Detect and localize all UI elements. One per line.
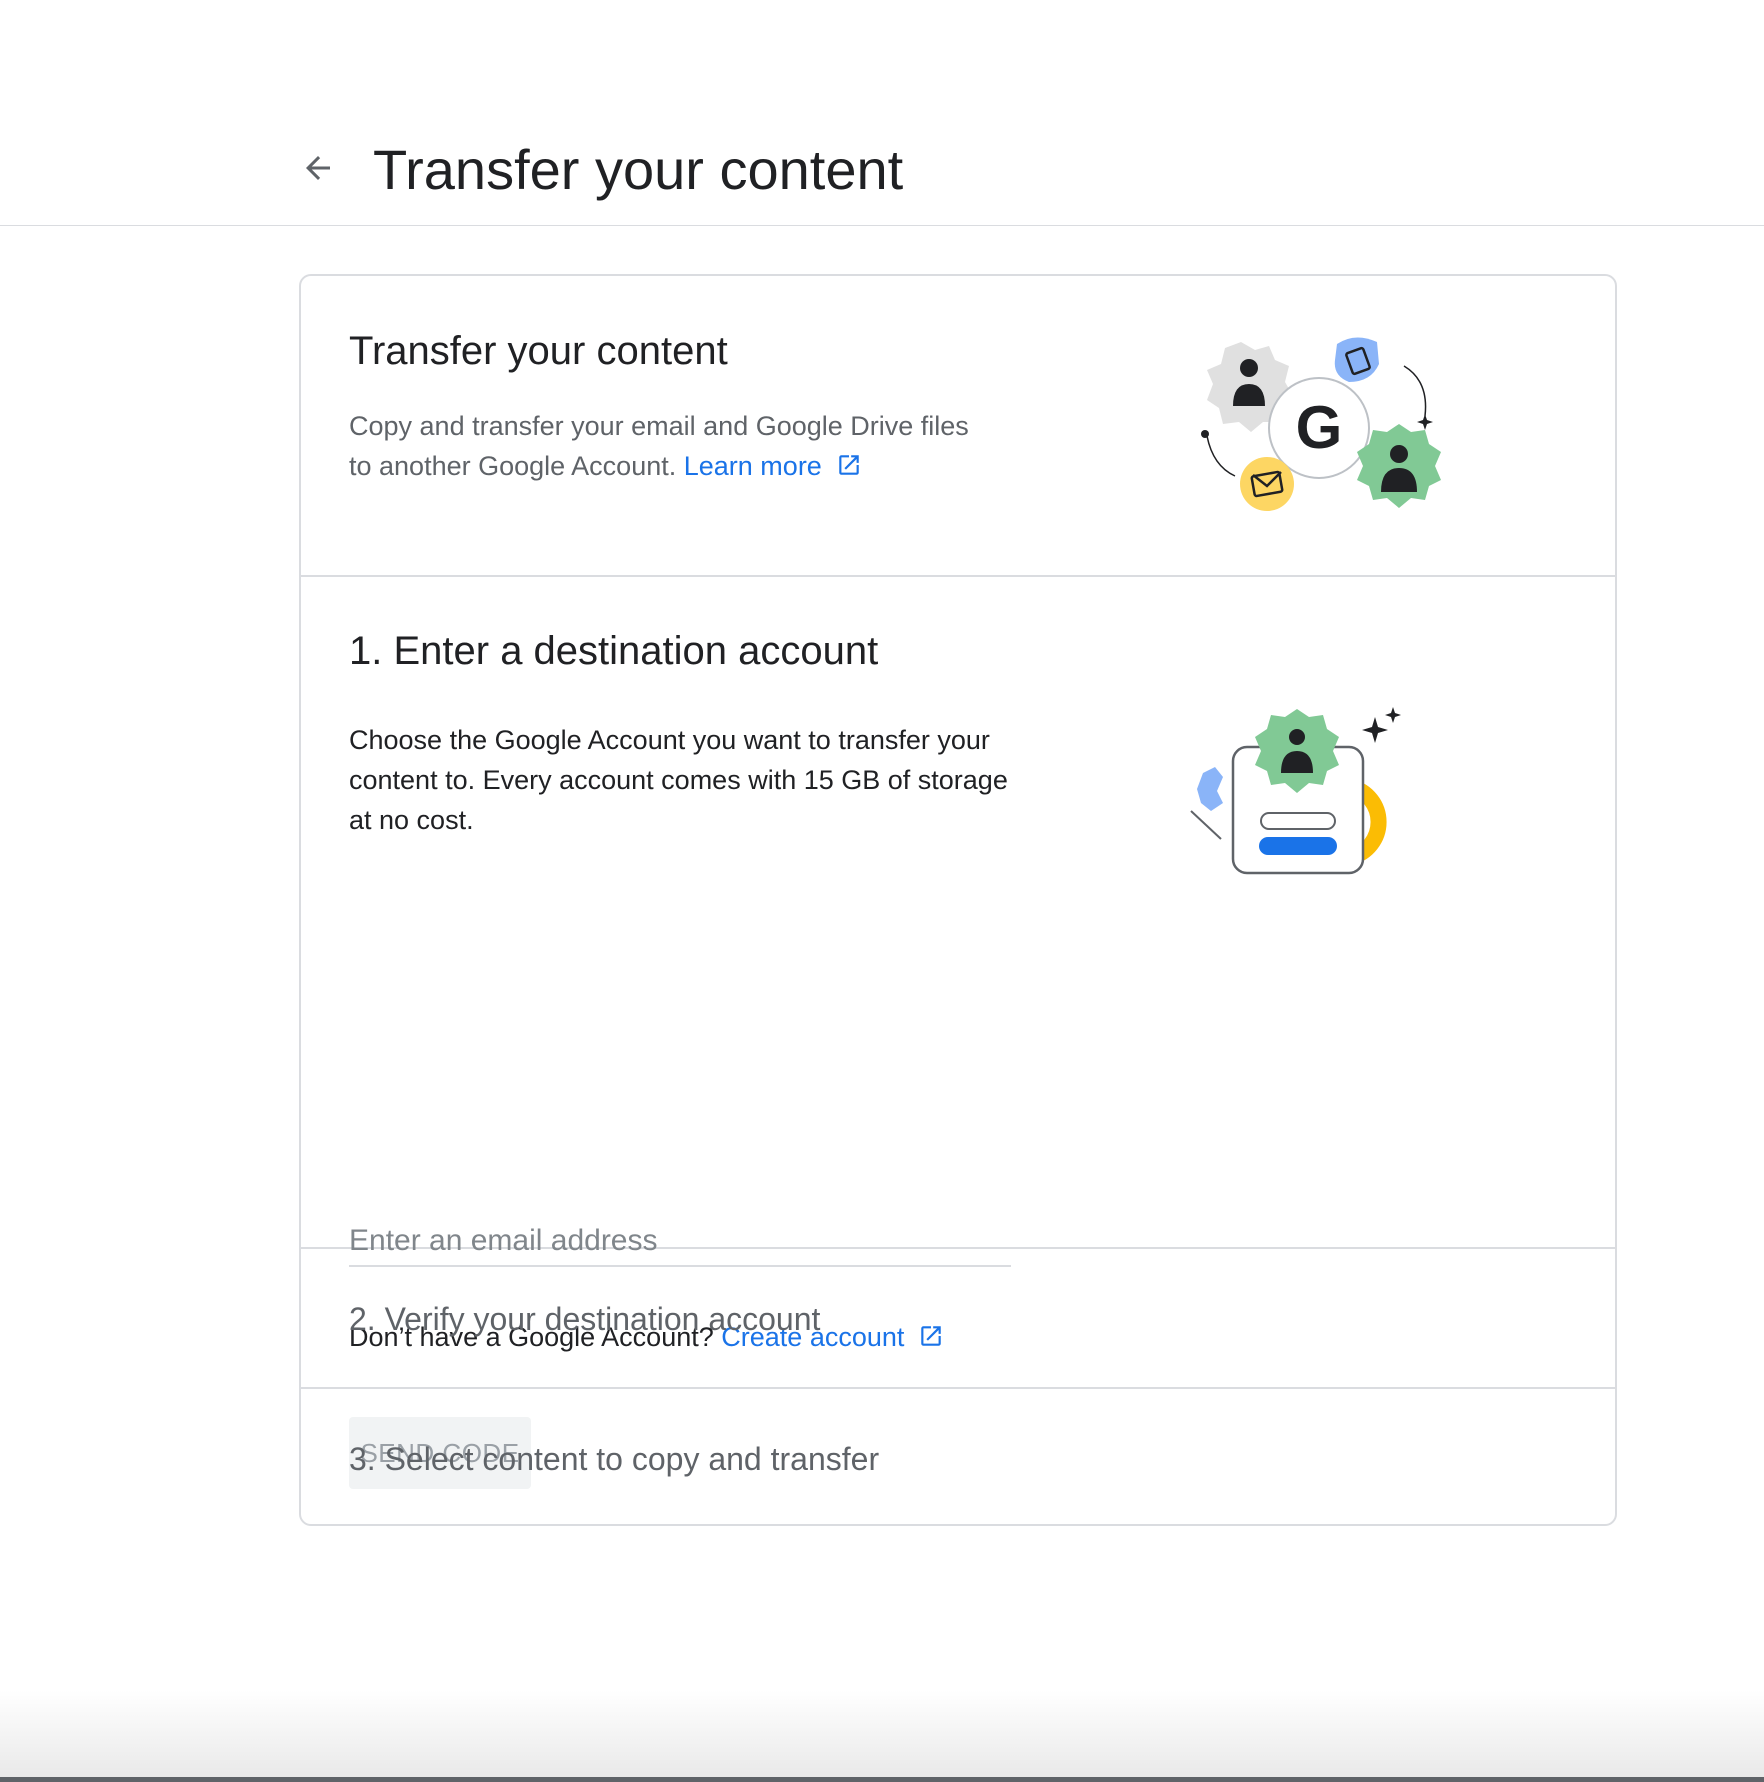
learn-more-label: Learn more	[683, 451, 822, 481]
transfer-card: Transfer your content Copy and transfer …	[299, 274, 1617, 1526]
step1-description: Choose the Google Account you want to tr…	[349, 725, 1008, 835]
step3-title: 3. Select content to copy and transfer	[349, 1441, 880, 1477]
step3-section[interactable]: 3. Select content to copy and transfer	[301, 1389, 1615, 1524]
step2-section[interactable]: 2. Verify your destination account	[301, 1249, 1615, 1389]
intro-description: Copy and transfer your email and Google …	[349, 406, 989, 486]
intro-description-text: Copy and transfer your email and Google …	[349, 411, 969, 481]
bottom-fade	[0, 1690, 1764, 1782]
step2-title: 2. Verify your destination account	[349, 1301, 821, 1337]
svg-text:G: G	[1296, 394, 1343, 461]
page: Transfer your content Transfer your cont…	[0, 0, 1764, 1782]
step1-section: 1. Enter a destination account Choose th…	[301, 577, 1615, 1489]
mail-badge	[1240, 457, 1294, 511]
intro-section: Transfer your content Copy and transfer …	[301, 276, 1615, 577]
account-illustration	[1190, 707, 1401, 875]
intro-title: Transfer your content	[349, 329, 728, 373]
open-in-new-icon[interactable]	[836, 452, 862, 478]
page-header: Transfer your content	[0, 0, 1764, 226]
doc-badge	[1334, 337, 1379, 382]
step1-title: 1. Enter a destination account	[349, 629, 879, 673]
bottom-edge	[0, 1777, 1764, 1782]
back-button[interactable]	[290, 140, 346, 196]
green-person-badge	[1357, 424, 1441, 508]
arrow-back-icon	[306, 156, 330, 180]
transfer-illustration: G	[1201, 337, 1441, 511]
learn-more-link[interactable]: Learn more	[684, 451, 862, 481]
page-title: Transfer your content	[373, 138, 904, 201]
